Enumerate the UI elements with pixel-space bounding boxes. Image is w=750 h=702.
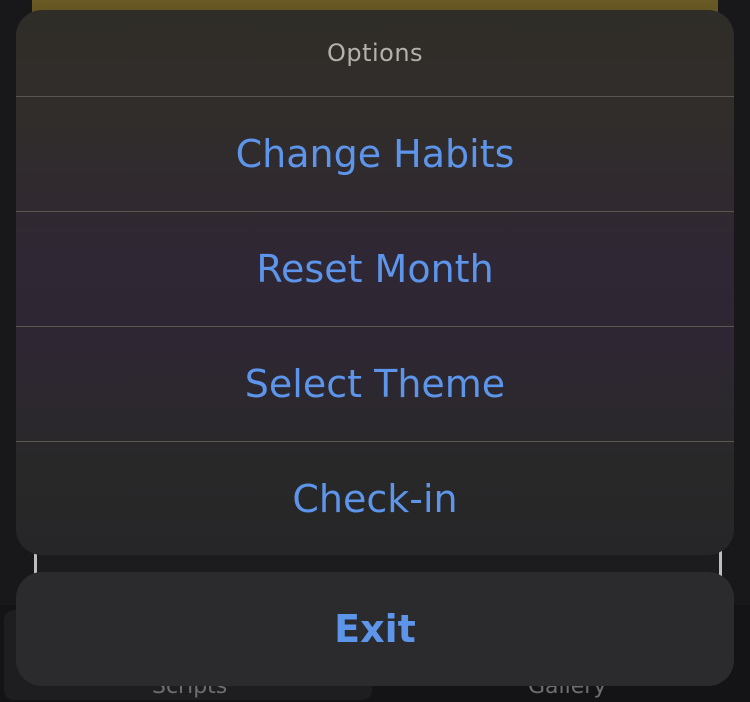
action-sheet: Options Change Habits Reset Month Select… bbox=[16, 10, 734, 555]
action-sheet-title: Options bbox=[326, 39, 424, 67]
exit-button[interactable]: Exit bbox=[16, 572, 734, 686]
screen: Scripts Gallery Options Change Habits Re… bbox=[0, 0, 750, 702]
reset-month-button[interactable]: Reset Month bbox=[16, 212, 734, 326]
check-in-button[interactable]: Check-in bbox=[16, 442, 734, 555]
select-theme-button[interactable]: Select Theme bbox=[16, 327, 734, 441]
change-habits-button[interactable]: Change Habits bbox=[16, 97, 734, 211]
